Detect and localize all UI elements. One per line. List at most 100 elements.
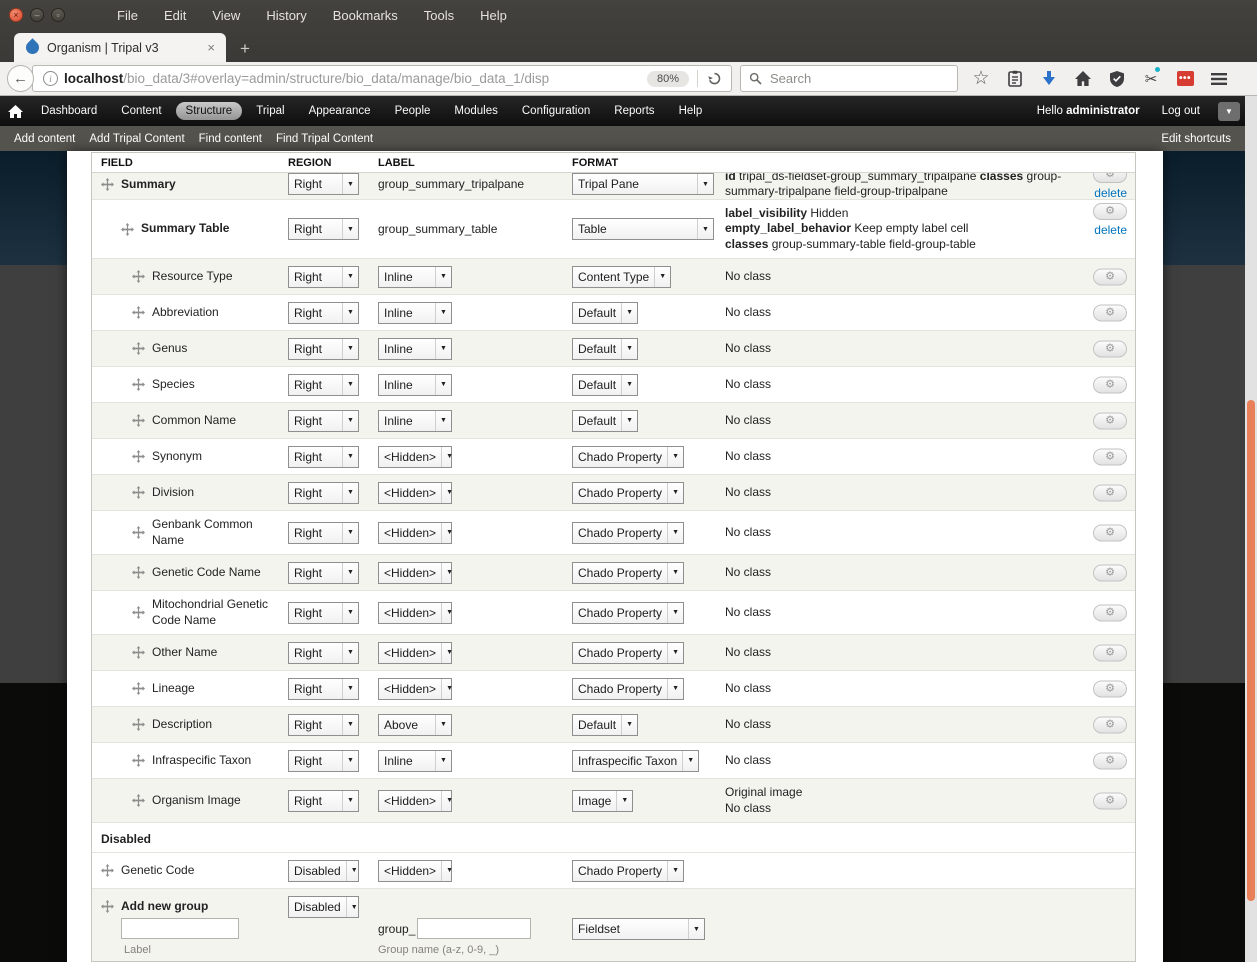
row-settings-button[interactable]: ⚙ xyxy=(1093,376,1127,393)
menu-bookmarks[interactable]: Bookmarks xyxy=(333,8,398,23)
row-settings-button[interactable]: ⚙ xyxy=(1093,564,1127,581)
toolbar-item-content[interactable]: Content xyxy=(111,102,171,120)
drag-handle-icon[interactable] xyxy=(132,378,145,391)
drag-handle-icon[interactable] xyxy=(132,414,145,427)
drag-handle-icon[interactable] xyxy=(132,270,145,283)
label-select[interactable]: Inline▼ xyxy=(378,302,452,324)
toolbar-item-help[interactable]: Help xyxy=(669,102,713,120)
row-settings-button[interactable]: ⚙ xyxy=(1093,752,1127,769)
home-icon[interactable] xyxy=(1066,65,1100,93)
format-select[interactable]: Infraspecific Taxon▼ xyxy=(572,750,699,772)
drag-handle-icon[interactable] xyxy=(132,606,145,619)
edit-shortcuts-link[interactable]: Edit shortcuts xyxy=(1161,133,1231,145)
format-select[interactable]: Fieldset▼ xyxy=(572,918,705,940)
group-name-input[interactable] xyxy=(417,918,531,939)
toolbar-item-tripal[interactable]: Tripal xyxy=(246,102,294,120)
region-select[interactable]: Disabled▼ xyxy=(288,860,359,882)
reload-button[interactable] xyxy=(698,71,731,86)
region-select[interactable]: Right▼ xyxy=(288,522,359,544)
row-settings-button[interactable]: ⚙ xyxy=(1093,304,1127,321)
format-select[interactable]: Chado Property▼ xyxy=(572,522,684,544)
drag-handle-icon[interactable] xyxy=(132,754,145,767)
drag-handle-icon[interactable] xyxy=(101,178,114,191)
region-select[interactable]: Right▼ xyxy=(288,602,359,624)
row-settings-button[interactable]: ⚙ xyxy=(1093,484,1127,501)
label-select[interactable]: <Hidden>▼ xyxy=(378,860,452,882)
region-select[interactable]: Right▼ xyxy=(288,482,359,504)
toolbar-item-people[interactable]: People xyxy=(385,102,441,120)
row-settings-button[interactable]: ⚙ xyxy=(1093,448,1127,465)
drag-handle-icon[interactable] xyxy=(132,566,145,579)
region-select[interactable]: Right▼ xyxy=(288,790,359,812)
label-select[interactable]: Inline▼ xyxy=(378,338,452,360)
label-select[interactable]: <Hidden>▼ xyxy=(378,522,452,544)
toolbar-item-dashboard[interactable]: Dashboard xyxy=(31,102,107,120)
shortcut-find-tripal-content[interactable]: Find Tripal Content xyxy=(276,133,373,145)
delete-link[interactable]: delete xyxy=(1094,223,1127,237)
shortcut-add-content[interactable]: Add content xyxy=(14,133,75,145)
region-select[interactable]: Right▼ xyxy=(288,410,359,432)
row-settings-button[interactable]: ⚙ xyxy=(1093,524,1127,541)
logout-link[interactable]: Log out xyxy=(1162,105,1200,117)
format-select[interactable]: Image▼ xyxy=(572,790,633,812)
hamburger-menu-icon[interactable] xyxy=(1202,65,1236,93)
drag-handle-icon[interactable] xyxy=(132,486,145,499)
back-button[interactable]: ← xyxy=(7,65,34,92)
label-select[interactable]: <Hidden>▼ xyxy=(378,602,452,624)
menu-view[interactable]: View xyxy=(212,8,240,23)
region-select[interactable]: Right▼ xyxy=(288,266,359,288)
format-select[interactable]: Default▼ xyxy=(572,338,638,360)
region-select[interactable]: Right▼ xyxy=(288,642,359,664)
drag-handle-icon[interactable] xyxy=(101,864,114,877)
label-select[interactable]: Inline▼ xyxy=(378,374,452,396)
bookmarks-panel-icon[interactable] xyxy=(998,65,1032,93)
toolbar-toggle-button[interactable]: ▼ xyxy=(1218,102,1240,121)
tab-organism-tripal[interactable]: Organism | Tripal v3 × xyxy=(14,33,226,62)
url-bar[interactable]: i localhost/bio_data/3#overlay=admin/str… xyxy=(32,65,732,92)
label-select[interactable]: Above▼ xyxy=(378,714,452,736)
menu-edit[interactable]: Edit xyxy=(164,8,186,23)
shield-icon[interactable] xyxy=(1100,65,1134,93)
downloads-icon[interactable] xyxy=(1032,65,1066,93)
row-settings-button[interactable]: ⚙ xyxy=(1093,268,1127,285)
format-select[interactable]: Chado Property▼ xyxy=(572,678,684,700)
toolbar-item-appearance[interactable]: Appearance xyxy=(299,102,381,120)
group-label-input[interactable] xyxy=(121,918,239,939)
site-info-icon[interactable]: i xyxy=(43,71,58,86)
region-select[interactable]: Right▼ xyxy=(288,173,359,195)
drag-handle-icon[interactable] xyxy=(132,646,145,659)
label-select[interactable]: <Hidden>▼ xyxy=(378,562,452,584)
region-select[interactable]: Right▼ xyxy=(288,218,359,240)
region-select[interactable]: Right▼ xyxy=(288,678,359,700)
label-select[interactable]: <Hidden>▼ xyxy=(378,790,452,812)
format-select[interactable]: Default▼ xyxy=(572,714,638,736)
format-select[interactable]: Table▼ xyxy=(572,218,714,240)
region-select[interactable]: Right▼ xyxy=(288,374,359,396)
row-settings-button[interactable]: ⚙ xyxy=(1093,203,1127,220)
shortcut-find-content[interactable]: Find content xyxy=(199,133,262,145)
region-select[interactable]: Disabled▼ xyxy=(288,896,359,918)
search-input[interactable] xyxy=(768,70,957,87)
drag-handle-icon[interactable] xyxy=(132,682,145,695)
region-select[interactable]: Right▼ xyxy=(288,750,359,772)
window-close-button[interactable]: × xyxy=(9,8,23,22)
url-text[interactable]: localhost/bio_data/3#overlay=admin/struc… xyxy=(64,71,639,86)
drag-handle-icon[interactable] xyxy=(101,900,114,913)
page-scrollbar[interactable] xyxy=(1245,96,1257,962)
tab-close-icon[interactable]: × xyxy=(204,40,218,55)
label-select[interactable]: Inline▼ xyxy=(378,410,452,432)
format-select[interactable]: Chado Property▼ xyxy=(572,482,684,504)
label-select[interactable]: Inline▼ xyxy=(378,266,452,288)
row-settings-button[interactable]: ⚙ xyxy=(1093,604,1127,621)
toolbar-item-reports[interactable]: Reports xyxy=(604,102,664,120)
format-select[interactable]: Default▼ xyxy=(572,410,638,432)
toolbar-item-structure[interactable]: Structure xyxy=(176,102,243,120)
row-settings-button[interactable]: ⚙ xyxy=(1093,340,1127,357)
format-select[interactable]: Chado Property▼ xyxy=(572,602,684,624)
menu-history[interactable]: History xyxy=(266,8,306,23)
drag-handle-icon[interactable] xyxy=(121,223,134,236)
drag-handle-icon[interactable] xyxy=(132,306,145,319)
format-select[interactable]: Default▼ xyxy=(572,374,638,396)
format-select[interactable]: Content Type▼ xyxy=(572,266,671,288)
format-select[interactable]: Default▼ xyxy=(572,302,638,324)
